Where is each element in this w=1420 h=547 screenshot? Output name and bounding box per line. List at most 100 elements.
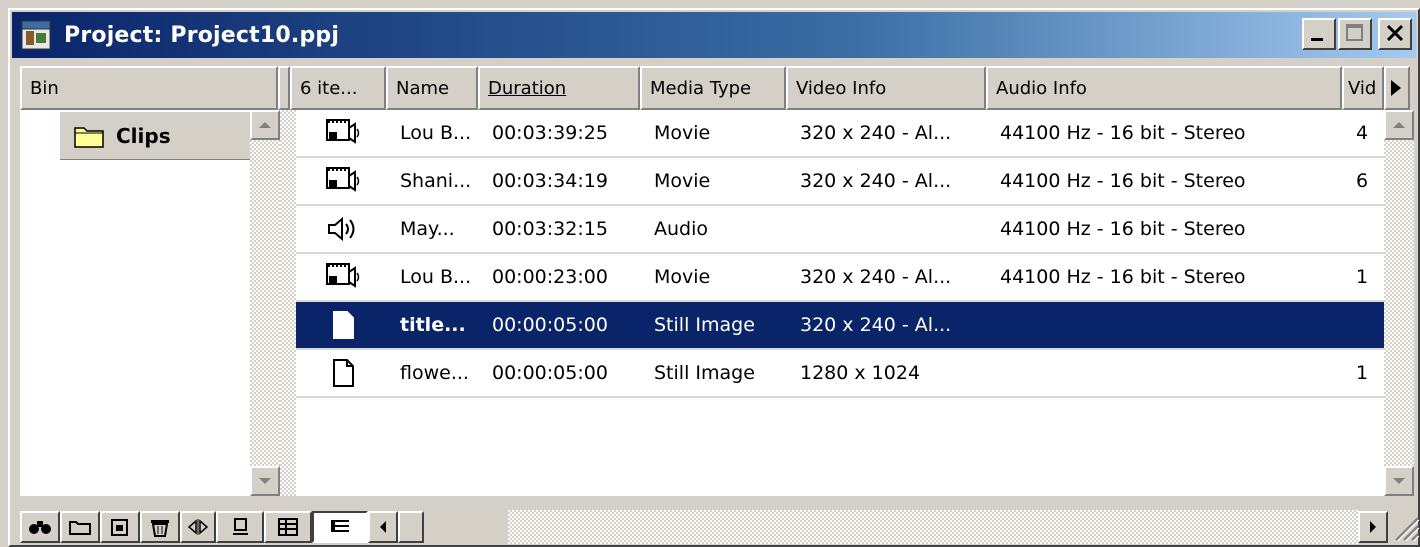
clip-video-info: [800, 206, 990, 252]
thumbnail-view-icon: [278, 518, 298, 536]
clip-duration: 00:00:23:00: [492, 266, 608, 288]
clip-media-type: Still Image: [654, 362, 755, 384]
arrow-down-icon: [1393, 478, 1405, 484]
pane-divider[interactable]: [278, 66, 290, 110]
clip-row[interactable]: Lou B... 00:03:39:25 Movie 320 x 240 - Al..…: [296, 110, 1386, 158]
bin-scroll-up-button[interactable]: [250, 110, 280, 140]
clip-media-type: Movie: [654, 266, 711, 288]
item-count-header[interactable]: 6 ite...: [290, 66, 386, 110]
clip-row[interactable]: title... 00:00:05:00 Still Image 320 x 240 …: [296, 302, 1386, 350]
clip-audio-info: 44100 Hz - 16 bit - Stereo: [1000, 122, 1246, 144]
thumbnail-view-button[interactable]: [264, 511, 312, 543]
bin-vertical-scrollbar[interactable]: [250, 110, 280, 496]
clip-duration: 00:00:05:00: [492, 362, 608, 384]
still-image-icon: [318, 350, 368, 396]
clip-row[interactable]: Lou B... 00:00:23:00 Movie 320 x 240 - Al..…: [296, 254, 1386, 302]
bin-header[interactable]: Bin: [20, 66, 278, 110]
movie-icon: [318, 110, 368, 156]
clip-video-info: 320 x 240 - Al...: [800, 170, 952, 192]
maximize-icon: [1346, 24, 1363, 41]
delete-button[interactable]: [140, 511, 180, 543]
new-bin-button[interactable]: [60, 511, 100, 543]
video-info-header[interactable]: Video Info: [786, 66, 986, 110]
window-title: Project: Project10.ppj: [64, 22, 340, 48]
clip-audio-info: 44100 Hz - 16 bit - Stereo: [1000, 218, 1246, 240]
new-bin-icon: [69, 521, 91, 535]
clip-audio-info: 44100 Hz - 16 bit - Stereo: [1000, 266, 1246, 288]
arrow-right-icon: [1370, 521, 1376, 533]
bin-pane: Clips: [20, 110, 258, 496]
scroll-columns-right-button[interactable]: [1384, 66, 1410, 110]
hscroll-thumb[interactable]: [398, 511, 424, 543]
find-button[interactable]: [20, 511, 60, 543]
clip-name: Lou B...: [400, 266, 472, 288]
clip-audio-info: [1000, 350, 1340, 396]
clip-video-info: 320 x 240 - Al...: [800, 122, 952, 144]
hscroll-track[interactable]: [508, 510, 1358, 544]
clip-media-type: Movie: [654, 122, 711, 144]
bin-scroll-down-button[interactable]: [250, 466, 280, 496]
list-view-icon: [331, 520, 349, 532]
arrow-left-icon: [380, 521, 386, 533]
clip-video-inpoint: 4: [1356, 122, 1369, 144]
project-icon: [20, 19, 56, 51]
clip-video-info: 1280 x 1024: [800, 362, 921, 384]
clip-name: Shani...: [400, 170, 472, 192]
movie-icon: [318, 254, 368, 300]
name-header[interactable]: Name: [386, 66, 478, 110]
clip-media-type: Audio: [654, 218, 709, 240]
clip-duration: 00:03:39:25: [492, 122, 608, 144]
media-type-header[interactable]: Media Type: [640, 66, 786, 110]
pane-splitter[interactable]: [280, 110, 296, 496]
clip-row[interactable]: Shani... 00:03:34:19 Movie 320 x 240 - Al..…: [296, 158, 1386, 206]
audio-info-header[interactable]: Audio Info: [986, 66, 1342, 110]
arrow-up-icon: [259, 122, 271, 128]
clip-row[interactable]: flowe... 00:00:05:00 Still Image 1280 x 102…: [296, 350, 1386, 398]
clip-name: title...: [400, 314, 466, 336]
minimize-button[interactable]: [1302, 18, 1336, 50]
list-scroll-up-button[interactable]: [1384, 110, 1414, 140]
icon-view-button[interactable]: [216, 511, 264, 543]
arrow-up-icon: [1393, 122, 1405, 128]
delete-icon: [151, 520, 169, 537]
hscroll-left-button[interactable]: [368, 511, 398, 543]
clip-name: May...: [400, 218, 455, 240]
split-arrows-icon: [187, 519, 209, 535]
clip-audio-info: [1000, 302, 1340, 348]
resize-grip[interactable]: [1388, 510, 1420, 544]
hscroll-right-button[interactable]: [1358, 511, 1388, 543]
list-scroll-down-button[interactable]: [1384, 466, 1414, 496]
clip-video-inpoint: [1356, 302, 1386, 348]
clip-duration: 00:00:05:00: [492, 314, 608, 336]
list-vertical-scrollbar[interactable]: [1384, 110, 1414, 496]
clip-media-type: Still Image: [654, 314, 755, 336]
clip-video-inpoint: [1356, 206, 1386, 252]
clip-row[interactable]: May... 00:03:32:15 Audio 44100 Hz - 16 bit …: [296, 206, 1386, 254]
audio-icon: [318, 206, 368, 252]
folder-icon: [74, 124, 104, 148]
clip-video-inpoint: 1: [1356, 362, 1369, 384]
column-header-row: Bin 6 ite... Name Duration Media Type Vi…: [20, 66, 1410, 110]
clip-video-info: 320 x 240 - Al...: [800, 266, 952, 288]
clip-list: Lou B... 00:03:39:25 Movie 320 x 240 - Al..…: [296, 110, 1386, 496]
close-button[interactable]: [1378, 18, 1412, 50]
duration-header[interactable]: Duration: [478, 66, 640, 110]
title-bar[interactable]: Project: Project10.ppj: [12, 12, 1416, 58]
maximize-button[interactable]: [1338, 18, 1372, 50]
still-image-icon: [318, 302, 368, 348]
movie-icon: [318, 158, 368, 204]
clip-name: flowe...: [400, 362, 469, 384]
project-window: Project: Project10.ppj Bin 6 ite... Name…: [8, 8, 1420, 547]
list-view-button[interactable]: [312, 511, 368, 543]
clip-duration: 00:03:32:15: [492, 218, 608, 240]
bin-folder-clips[interactable]: Clips: [60, 112, 258, 160]
bin-folder-label: Clips: [116, 123, 171, 148]
video-inpoint-header[interactable]: Vid: [1342, 66, 1384, 110]
find-icon: [29, 521, 51, 534]
bottom-toolbar: [20, 510, 1420, 544]
view-divider-button[interactable]: [180, 511, 216, 543]
new-item-icon: [111, 519, 128, 536]
clip-video-inpoint: 6: [1356, 170, 1369, 192]
new-item-button[interactable]: [100, 511, 140, 543]
clip-video-inpoint: 1: [1356, 266, 1369, 288]
